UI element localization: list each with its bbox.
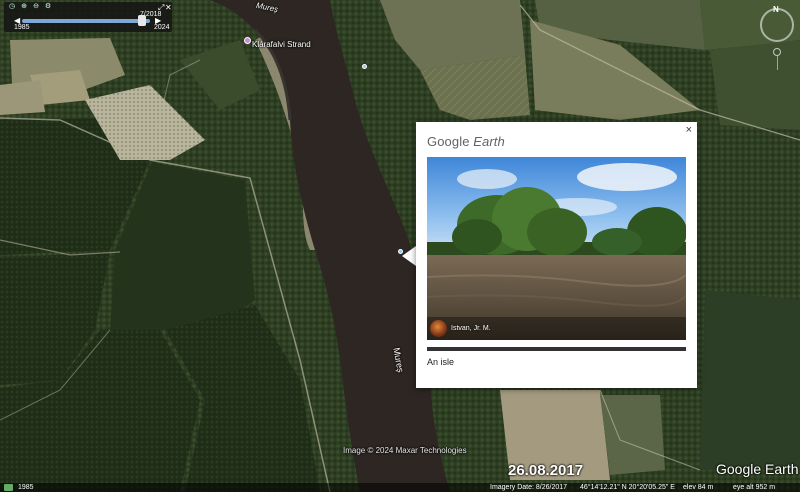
end-year: 2024 <box>154 24 170 31</box>
user-photo[interactable]: Istvan, Jr. M. <box>427 157 686 340</box>
imagery-date: Imagery Date: 8/26/2017 <box>490 484 568 491</box>
slider-thumb[interactable] <box>138 15 146 26</box>
photo-caption: An isle <box>427 357 455 367</box>
close-button[interactable]: × <box>686 124 692 136</box>
navigation-controls[interactable]: N <box>758 5 796 70</box>
coordinates: 46°14'12.21" N 20°20'05.25" E <box>580 484 675 491</box>
start-year: 1985 <box>14 24 30 31</box>
imagery-status-icon <box>4 484 13 491</box>
photo-image <box>427 157 686 340</box>
google-earth-balloon-logo: Google Earth <box>427 134 505 149</box>
photo-author[interactable]: Istvan, Jr. M. <box>430 318 491 338</box>
photo-marker-icon[interactable] <box>362 64 367 69</box>
slider-track[interactable] <box>22 19 150 23</box>
settings-icon[interactable]: ⚙ <box>44 3 52 11</box>
logo-product: Earth <box>473 134 505 149</box>
clock-icon[interactable]: ◷ <box>8 3 16 11</box>
close-icon[interactable]: ✕ <box>165 3 172 12</box>
author-name[interactable]: Istvan, Jr. M. <box>451 325 491 332</box>
zoom-slider[interactable] <box>777 56 778 70</box>
look-joystick-icon[interactable] <box>773 48 781 56</box>
status-year: 1985 <box>18 484 34 491</box>
imagery-copyright: Image © 2024 Maxar Technologies <box>343 446 467 455</box>
balloon-pointer <box>402 246 416 266</box>
zoom-in-icon[interactable]: ⊕ <box>20 3 28 11</box>
place-marker-icon[interactable] <box>244 37 251 44</box>
photo-progress-bar <box>427 347 686 351</box>
logo-brand: Google <box>427 134 470 149</box>
elevation: elev 84 m <box>683 484 714 491</box>
date-overlay: 26.08.2017 <box>508 462 584 479</box>
historical-imagery-slider[interactable]: ◷ ⊕ ⊖ ⚙ 7/2018 ⤢ ✕ ◀ ▶ 1985 2024 <box>4 2 172 32</box>
zoom-out-icon[interactable]: ⊖ <box>32 3 40 11</box>
place-label[interactable]: Klárafalvi Strand <box>252 40 311 49</box>
pin-icon[interactable]: ⤢ <box>158 3 164 13</box>
eye-altitude: eye alt 952 m <box>733 484 776 491</box>
status-bar: 1985 Imagery Date: 8/26/2017 46°14'12.21… <box>0 483 800 492</box>
author-avatar[interactable] <box>430 319 447 337</box>
north-indicator-icon[interactable]: N <box>773 5 779 14</box>
photo-balloon[interactable]: × Google Earth Istvan, Jr. M. An isle <box>416 122 697 388</box>
google-earth-logo: Google Earth <box>716 461 799 477</box>
